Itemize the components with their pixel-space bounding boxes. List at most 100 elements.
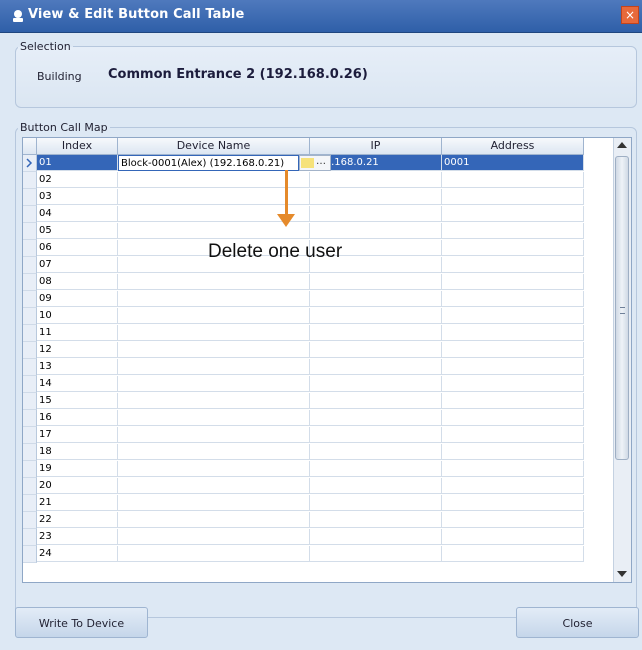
table-row[interactable]: 09 xyxy=(23,291,584,308)
row-header[interactable] xyxy=(23,393,37,410)
cell-ip[interactable] xyxy=(310,478,442,494)
write-to-device-button[interactable]: Write To Device xyxy=(15,607,148,638)
row-header[interactable] xyxy=(23,240,37,257)
cell-index[interactable]: 02 xyxy=(37,172,118,188)
cell-device-name[interactable] xyxy=(118,189,310,205)
cell-address[interactable] xyxy=(442,529,584,545)
cell-device-name[interactable] xyxy=(118,359,310,375)
column-header-ip[interactable]: IP xyxy=(310,138,442,155)
cell-ip[interactable] xyxy=(310,342,442,358)
cell-ip[interactable] xyxy=(310,172,442,188)
vertical-scrollbar[interactable] xyxy=(613,138,631,582)
cell-ip[interactable] xyxy=(310,546,442,562)
cell-ip[interactable] xyxy=(310,291,442,307)
cell-index[interactable]: 22 xyxy=(37,512,118,528)
table-row[interactable]: 03 xyxy=(23,189,584,206)
table-row[interactable]: 14 xyxy=(23,376,584,393)
cell-address[interactable] xyxy=(442,223,584,239)
cell-address[interactable] xyxy=(442,257,584,273)
cell-address[interactable] xyxy=(442,478,584,494)
row-header[interactable] xyxy=(23,478,37,495)
table-row[interactable]: 01 Block-0001(Alex) (192.168.0.21) 192.168… xyxy=(23,155,584,172)
cell-address[interactable] xyxy=(442,308,584,324)
cell-index[interactable]: 21 xyxy=(37,495,118,511)
cell-index[interactable]: 23 xyxy=(37,529,118,545)
table-row[interactable]: 13 xyxy=(23,359,584,376)
close-button[interactable]: Close xyxy=(516,607,639,638)
table-row[interactable]: 21 xyxy=(23,495,584,512)
cell-device-name[interactable] xyxy=(118,325,310,341)
cell-index[interactable]: 03 xyxy=(37,189,118,205)
cell-index[interactable]: 13 xyxy=(37,359,118,375)
cell-address[interactable] xyxy=(442,291,584,307)
table-row[interactable]: 22 xyxy=(23,512,584,529)
table-row[interactable]: 11 xyxy=(23,325,584,342)
cell-index[interactable]: 19 xyxy=(37,461,118,477)
cell-index[interactable]: 15 xyxy=(37,393,118,409)
scroll-up-icon[interactable] xyxy=(617,142,627,148)
row-header[interactable] xyxy=(23,359,37,376)
row-header[interactable] xyxy=(23,172,37,189)
cell-ip[interactable] xyxy=(310,376,442,392)
row-header[interactable] xyxy=(23,444,37,461)
table-row[interactable]: 08 xyxy=(23,274,584,291)
cell-address[interactable] xyxy=(442,495,584,511)
table-row[interactable]: 16 xyxy=(23,410,584,427)
window-close-button[interactable]: × xyxy=(621,6,639,24)
row-header[interactable] xyxy=(23,427,37,444)
cell-address[interactable] xyxy=(442,427,584,443)
cell-address[interactable] xyxy=(442,359,584,375)
cell-ip[interactable] xyxy=(310,461,442,477)
row-header[interactable] xyxy=(23,257,37,274)
row-header[interactable] xyxy=(23,512,37,529)
row-header[interactable] xyxy=(23,223,37,240)
cell-ip[interactable] xyxy=(310,410,442,426)
row-header[interactable] xyxy=(23,274,37,291)
cell-index[interactable]: 11 xyxy=(37,325,118,341)
cell-address[interactable] xyxy=(442,393,584,409)
table-row[interactable]: 18 xyxy=(23,444,584,461)
table-row[interactable]: 20 xyxy=(23,478,584,495)
row-header[interactable] xyxy=(23,461,37,478)
table-row[interactable]: 10 xyxy=(23,308,584,325)
table-row[interactable]: 24 xyxy=(23,546,584,563)
cell-device-name[interactable] xyxy=(118,546,310,562)
button-call-grid[interactable]: Index Device Name IP Address 01 Block-000… xyxy=(22,137,632,583)
cell-index[interactable]: 18 xyxy=(37,444,118,460)
cell-device-name[interactable] xyxy=(118,291,310,307)
cell-device-name[interactable]: Block-0001(Alex) (192.168.0.21) xyxy=(118,155,299,171)
column-header-address[interactable]: Address xyxy=(442,138,584,155)
cell-address[interactable] xyxy=(442,512,584,528)
cell-ip[interactable] xyxy=(310,393,442,409)
row-header[interactable] xyxy=(23,206,37,223)
cell-device-name[interactable] xyxy=(118,376,310,392)
row-header[interactable] xyxy=(23,495,37,512)
row-header[interactable] xyxy=(23,529,37,546)
cell-index[interactable]: 10 xyxy=(37,308,118,324)
cell-address[interactable] xyxy=(442,376,584,392)
row-header[interactable] xyxy=(23,291,37,308)
cell-address[interactable] xyxy=(442,410,584,426)
cell-ip[interactable] xyxy=(310,189,442,205)
row-header[interactable] xyxy=(23,189,37,206)
cell-ip[interactable] xyxy=(310,495,442,511)
cell-device-name[interactable] xyxy=(118,427,310,443)
cell-address[interactable] xyxy=(442,189,584,205)
cell-ip[interactable] xyxy=(310,427,442,443)
table-row[interactable]: 04 xyxy=(23,206,584,223)
table-row[interactable]: 05 xyxy=(23,223,584,240)
cell-ip[interactable] xyxy=(310,359,442,375)
cell-device-name[interactable] xyxy=(118,512,310,528)
cell-address[interactable] xyxy=(442,546,584,562)
cell-device-name[interactable] xyxy=(118,393,310,409)
cell-index[interactable]: 17 xyxy=(37,427,118,443)
cell-address[interactable]: 0001 xyxy=(442,155,584,171)
cell-device-name[interactable] xyxy=(118,342,310,358)
scrollbar-thumb[interactable] xyxy=(615,156,629,460)
cell-device-name[interactable] xyxy=(118,478,310,494)
cell-address[interactable] xyxy=(442,274,584,290)
cell-device-name[interactable] xyxy=(118,461,310,477)
table-row[interactable]: 23 xyxy=(23,529,584,546)
cell-ip[interactable] xyxy=(310,325,442,341)
table-row[interactable]: 12 xyxy=(23,342,584,359)
